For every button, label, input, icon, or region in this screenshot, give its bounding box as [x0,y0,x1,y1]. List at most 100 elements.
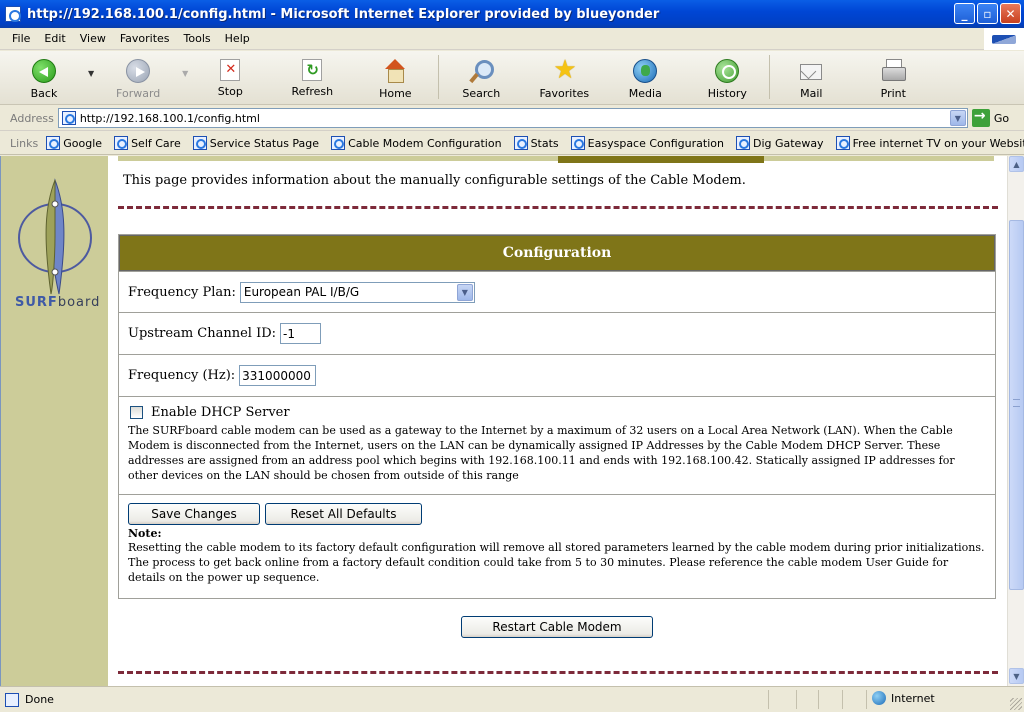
resize-grip-icon[interactable] [1010,698,1022,710]
page-viewport: SURFboard This page provides information… [0,156,1024,686]
frequency-plan-label: Frequency Plan: [128,284,236,300]
refresh-icon [302,59,323,81]
chevron-down-icon[interactable]: ▼ [456,283,473,301]
ie-icon [5,6,21,22]
stop-button[interactable]: Stop [188,51,272,103]
page-icon [46,136,61,150]
title-bar: http://192.168.100.1/config.html - Micro… [0,0,1024,28]
window-title: http://192.168.100.1/config.html - Micro… [27,6,660,22]
upstream-channel-input[interactable]: -1 [280,323,322,344]
page-icon [5,692,19,707]
page-icon [61,111,76,125]
status-panel [842,690,843,709]
dhcp-checkbox[interactable] [130,406,143,419]
scroll-down-icon[interactable]: ▼ [1009,668,1024,684]
save-changes-button[interactable]: Save Changes [128,503,260,525]
note-title: Note: [128,527,162,540]
link-cable-modem-config[interactable]: Cable Modem Configuration [331,136,502,150]
actions-row: Save Changes Reset All Defaults Note: Re… [119,494,995,598]
star-icon [552,55,576,85]
search-button[interactable]: Search [439,51,523,103]
surfboard-logo-icon [18,178,92,295]
link-easyspace[interactable]: Easyspace Configuration [570,136,724,150]
dhcp-label: Enable DHCP Server [151,405,290,420]
menu-bar: File Edit View Favorites Tools Help [0,28,1024,50]
link-stats[interactable]: Stats [513,136,559,150]
status-text: Done [25,693,54,706]
printer-icon [881,59,907,83]
status-panel [796,690,797,709]
minimize-button[interactable]: _ [954,3,975,24]
address-url[interactable]: http://192.168.100.1/config.html [80,112,260,125]
forward-button[interactable]: Forward [94,51,182,103]
divider [118,206,998,209]
history-icon [715,59,740,83]
frequency-plan-select[interactable]: European PAL I/B/G ▼ [239,281,475,303]
upstream-channel-row: Upstream Channel ID: -1 [119,312,995,354]
history-button[interactable]: History [685,51,769,103]
configuration-header: Configuration [119,235,995,271]
links-label: Links [10,136,39,150]
close-button[interactable]: ✕ [1000,3,1021,24]
link-dig-gateway[interactable]: Dig Gateway [735,136,824,150]
page-icon [114,136,129,150]
address-dropdown-icon[interactable]: ▼ [949,110,966,126]
upstream-channel-label: Upstream Channel ID: [128,326,277,341]
status-panel [866,690,867,709]
status-panel [818,690,819,709]
menu-view[interactable]: View [80,32,106,45]
link-self-care[interactable]: Self Care [114,136,181,150]
refresh-button[interactable]: Refresh [272,51,352,103]
active-tab-strip [558,156,764,163]
page-icon [192,136,207,150]
reset-defaults-button[interactable]: Reset All Defaults [265,503,422,525]
menu-help[interactable]: Help [225,32,250,45]
maximize-button[interactable]: ▫ [977,3,998,24]
page-icon [735,136,750,150]
frequency-label: Frequency (Hz): [128,368,236,383]
globe-icon [872,691,886,705]
home-icon [383,59,407,83]
window-controls: _ ▫ ✕ [954,3,1021,24]
status-panel [768,690,769,709]
go-button[interactable]: Go [971,108,1009,127]
frequency-row: Frequency (Hz): 331000000 [119,354,995,396]
forward-arrow-icon [126,59,151,83]
tab-strip [118,156,558,161]
address-input[interactable]: http://192.168.100.1/config.html ▼ [57,108,968,128]
menu-favorites[interactable]: Favorites [120,32,170,45]
address-bar: Address http://192.168.100.1/config.html… [0,106,1024,131]
print-button[interactable]: Print [852,51,934,103]
page-intro: This page provides information about the… [123,173,746,188]
frequency-input[interactable]: 331000000 [239,365,317,386]
divider [118,671,998,674]
back-arrow-icon [32,59,56,83]
page-icon [513,136,528,150]
menu-edit[interactable]: Edit [44,32,65,45]
home-button[interactable]: Home [352,51,438,103]
mail-button[interactable]: Mail [770,51,852,103]
favorites-button[interactable]: Favorites [523,51,605,103]
menu-file[interactable]: File [12,32,30,45]
scroll-thumb[interactable] [1009,220,1024,590]
menu-tools[interactable]: Tools [184,32,211,45]
back-button[interactable]: Back [0,51,88,103]
dhcp-row: Enable DHCP Server The SURFboard cable m… [119,396,995,494]
restart-modem-button[interactable]: Restart Cable Modem [461,616,653,638]
security-zone: Internet [872,691,935,705]
surfboard-logo-text: SURFboard [15,295,101,310]
frequency-plan-row: Frequency Plan: European PAL I/B/G ▼ [119,271,995,312]
media-button[interactable]: Media [605,51,685,103]
main-content: This page provides information about the… [108,156,1005,686]
left-sidebar: SURFboard [1,156,108,686]
configuration-table: Configuration Frequency Plan: European P… [118,234,996,599]
link-service-status[interactable]: Service Status Page [192,136,319,150]
status-bar: Done Internet [0,686,1024,712]
windows-logo-icon [984,28,1024,50]
scroll-up-icon[interactable]: ▲ [1009,156,1024,172]
link-google[interactable]: Google [46,136,102,150]
vertical-scrollbar[interactable]: ▲ ▼ [1007,156,1024,686]
standard-toolbar: Back ▼ Forward ▼ Stop Refresh Home Searc… [0,51,1024,116]
link-free-tv[interactable]: Free internet TV on your Website! [835,136,1024,150]
note-text: Resetting the cable modem to its factory… [128,541,985,584]
